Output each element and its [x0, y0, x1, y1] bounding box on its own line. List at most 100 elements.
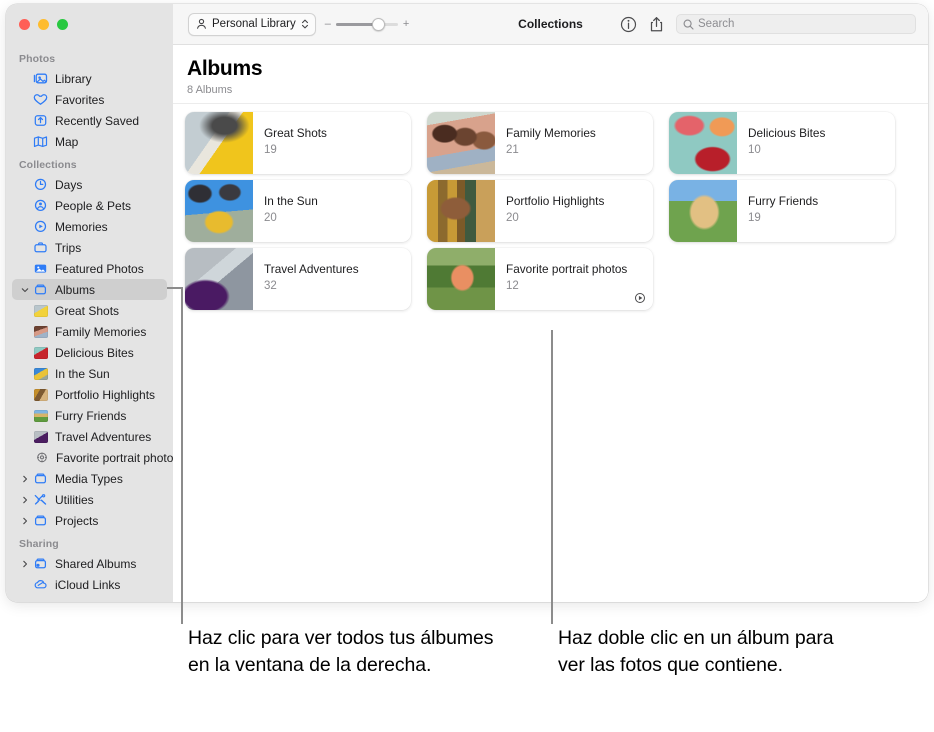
album-card[interactable]: In the Sun 20 [185, 180, 411, 242]
album-thumbnail [34, 431, 48, 443]
sidebar-item-map[interactable]: Map [12, 131, 167, 152]
album-card[interactable]: Great Shots 19 [185, 112, 411, 174]
albums-grid: Great Shots 19 Family Memories 21 [185, 112, 928, 310]
sidebar-item-days[interactable]: Days [12, 174, 167, 195]
sidebar-item-label: Favorite portrait photos [56, 451, 173, 465]
sidebar-item-travel-adventures[interactable]: Travel Adventures [12, 426, 167, 447]
album-cover-image [669, 180, 737, 242]
sidebar-item-label: Albums [55, 283, 95, 297]
person-icon [196, 18, 207, 30]
sidebar-item-trips[interactable]: Trips [12, 237, 167, 258]
sidebar-item-label: People & Pets [55, 199, 131, 213]
sidebar-item-utilities[interactable]: Utilities [12, 489, 167, 510]
sidebar-item-projects[interactable]: Projects [12, 510, 167, 531]
album-name: Delicious Bites [748, 126, 895, 140]
album-card[interactable]: Delicious Bites 10 [669, 112, 895, 174]
sidebar: Photos Library Favorites [6, 4, 173, 602]
shared-albums-icon [32, 557, 48, 571]
sidebar-item-label: Days [55, 178, 82, 192]
album-name: Portfolio Highlights [506, 194, 653, 208]
zoom-in-label[interactable]: + [403, 19, 409, 30]
album-cover-image [185, 112, 253, 174]
content-header: Albums 8 Albums [173, 45, 928, 104]
sidebar-scroll-area[interactable]: Photos Library Favorites [6, 46, 173, 602]
album-photo-count: 21 [506, 144, 653, 156]
sidebar-item-shared-albums[interactable]: Shared Albums [12, 553, 167, 574]
sidebar-item-in-the-sun[interactable]: In the Sun [12, 363, 167, 384]
album-card-body: Favorite portrait photos 12 [495, 248, 653, 310]
album-photo-count: 12 [506, 280, 653, 292]
chevron-right-icon[interactable] [19, 496, 30, 504]
sidebar-item-furry-friends[interactable]: Furry Friends [12, 405, 167, 426]
trips-icon [32, 241, 48, 255]
album-card[interactable]: Favorite portrait photos 12 [427, 248, 653, 310]
share-icon[interactable] [649, 16, 664, 33]
chevron-right-icon[interactable] [19, 517, 30, 525]
search-icon [683, 19, 694, 30]
icloud-icon [32, 578, 48, 592]
album-card[interactable]: Family Memories 21 [427, 112, 653, 174]
updown-chevron-icon [301, 18, 309, 30]
sidebar-item-portfolio-highlights[interactable]: Portfolio Highlights [12, 384, 167, 405]
sidebar-item-label: Recently Saved [55, 114, 139, 128]
sidebar-item-people-and-pets[interactable]: People & Pets [12, 195, 167, 216]
zoom-slider-control[interactable]: – + [325, 18, 410, 30]
album-photo-count: 20 [506, 212, 653, 224]
sidebar-item-albums[interactable]: Albums [12, 279, 167, 300]
album-card[interactable]: Travel Adventures 32 [185, 248, 411, 310]
albums-icon [32, 472, 48, 486]
screenshot-root: Photos Library Favorites [0, 0, 934, 732]
sidebar-item-media-types[interactable]: Media Types [12, 468, 167, 489]
sidebar-item-label: Map [55, 135, 78, 149]
minimize-button[interactable] [38, 19, 49, 30]
sidebar-item-memories[interactable]: Memories [12, 216, 167, 237]
album-name: Favorite portrait photos [506, 262, 653, 276]
sidebar-item-great-shots[interactable]: Great Shots [12, 300, 167, 321]
album-cover-image [427, 180, 495, 242]
sidebar-item-favorite-portrait-photos[interactable]: Favorite portrait photos [12, 447, 167, 468]
page-title: Albums [187, 57, 928, 81]
zoom-slider[interactable] [336, 18, 398, 30]
album-card[interactable]: Furry Friends 19 [669, 180, 895, 242]
chevron-down-icon[interactable] [19, 286, 30, 294]
sidebar-item-recently-saved[interactable]: Recently Saved [12, 110, 167, 131]
info-icon[interactable] [620, 16, 637, 33]
sidebar-item-label: Media Types [55, 472, 123, 486]
sidebar-group-sharing-title: Sharing [6, 531, 173, 553]
search-field[interactable]: Search [676, 14, 916, 34]
album-card-body: Furry Friends 19 [737, 180, 895, 242]
album-card[interactable]: Portfolio Highlights 20 [427, 180, 653, 242]
album-cover-image [427, 248, 495, 310]
sidebar-item-favorites[interactable]: Favorites [12, 89, 167, 110]
sidebar-item-label: Library [55, 72, 92, 86]
album-thumbnail [34, 326, 48, 338]
zoom-button[interactable] [57, 19, 68, 30]
sidebar-item-label: Great Shots [55, 304, 119, 318]
sidebar-item-label: Shared Albums [55, 557, 136, 571]
sidebar-item-delicious-bites[interactable]: Delicious Bites [12, 342, 167, 363]
sidebar-group-collections-title: Collections [6, 152, 173, 174]
album-cover-image [185, 180, 253, 242]
smart-album-icon [34, 451, 50, 465]
chevron-right-icon[interactable] [19, 560, 30, 568]
clock-icon [32, 178, 48, 192]
sidebar-item-family-memories[interactable]: Family Memories [12, 321, 167, 342]
sidebar-item-featured-photos[interactable]: Featured Photos [12, 258, 167, 279]
sidebar-item-library[interactable]: Library [12, 68, 167, 89]
zoom-out-label[interactable]: – [325, 19, 331, 30]
person-icon [32, 199, 48, 213]
library-icon [32, 72, 48, 86]
slider-knob[interactable] [372, 18, 385, 31]
memories-icon [32, 220, 48, 234]
close-button[interactable] [19, 19, 30, 30]
sidebar-item-icloud-links[interactable]: iCloud Links [12, 574, 167, 595]
albums-icon [32, 514, 48, 528]
sidebar-item-label: Favorites [55, 93, 104, 107]
album-photo-count: 32 [264, 280, 411, 292]
map-icon [32, 135, 48, 149]
library-picker-button[interactable]: Personal Library [188, 13, 316, 36]
chevron-right-icon[interactable] [19, 475, 30, 483]
smart-album-badge-icon [634, 292, 646, 304]
sidebar-item-label: In the Sun [55, 367, 110, 381]
album-card-body: Travel Adventures 32 [253, 248, 411, 310]
